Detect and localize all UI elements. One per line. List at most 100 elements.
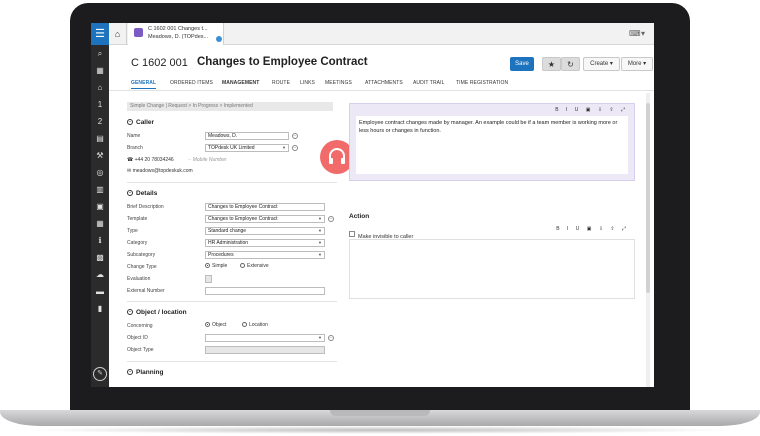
collapse-icon: − (127, 369, 133, 376)
scrollbar[interactable] (646, 93, 650, 387)
cloud-icon[interactable]: ☁ (91, 267, 109, 283)
change-icon (134, 28, 143, 37)
scrollbar-thumb[interactable] (646, 103, 650, 293)
phone-number: ☎ +44 20 78034246 (127, 157, 174, 163)
category-select[interactable]: HR Administration ▼ (205, 239, 325, 247)
phone-icon: ☎ (127, 157, 134, 163)
name-field[interactable]: Meadows, D. (205, 132, 289, 140)
menu-icon[interactable]: ☰ (91, 23, 109, 45)
caller-section-header[interactable]: − Caller (127, 119, 154, 126)
template-select[interactable]: Changes to Employee Contract ▼ (205, 215, 325, 223)
external-number-label: External Number (127, 288, 165, 294)
brief-description-label: Brief Description (127, 204, 164, 210)
tab-time-registration[interactable]: TIME REGISTRATION (456, 80, 508, 86)
tab-title-line2: Meadows, D. (TOPdes... (148, 34, 209, 40)
dropdown-arrow-icon: ▼ (318, 228, 322, 233)
laptop-notch (330, 410, 430, 416)
section-divider (127, 182, 337, 183)
more-label: More (627, 61, 642, 67)
collapse-icon: − (127, 309, 133, 316)
caller-email[interactable]: ✉ meadows@topdeskuk.com (127, 168, 193, 174)
tab-ordered-items[interactable]: ORDERED ITEMS (170, 80, 213, 86)
tab-general[interactable]: GENERAL (131, 80, 157, 89)
simple-option[interactable]: Simple (205, 263, 227, 269)
clapper-icon[interactable]: ▬ (91, 284, 109, 300)
type-select[interactable]: Standard change ▼ (205, 227, 325, 235)
remove-object-icon[interactable]: − (328, 335, 334, 341)
info-icon[interactable]: ℹ (91, 233, 109, 249)
request-text[interactable]: Employee contract changes made by manage… (356, 116, 628, 174)
tab-management[interactable]: MANAGEMENT (222, 80, 259, 86)
tab-route[interactable]: ROUTE (272, 80, 290, 86)
building-alt-icon[interactable]: ▣ (91, 199, 109, 215)
calendar-icon[interactable]: ▦ (91, 216, 109, 232)
subcategory-label: Subcategory (127, 252, 156, 258)
tools-icon[interactable]: ⚒ (91, 148, 109, 164)
details-section-header[interactable]: − Details (127, 190, 157, 197)
evaluation-checkbox[interactable] (205, 275, 212, 283)
user-card-icon[interactable]: ▤ (91, 131, 109, 147)
home-tab-icon[interactable]: ⌂ (109, 23, 127, 45)
home-icon[interactable]: ⌂ (91, 80, 109, 96)
refresh-icon[interactable]: ↻ (561, 57, 580, 71)
object-radio[interactable] (205, 322, 210, 328)
tab-meetings[interactable]: MEETINGS (325, 80, 352, 86)
type-label: Type (127, 228, 138, 234)
action-toolbar-row: Make invisible to caller B I U ▣ ⇩ ⇧ ⤢ (349, 225, 635, 240)
section-tabs: GENERAL ORDERED ITEMS MANAGEMENT ROUTE L… (109, 77, 654, 91)
star-icon[interactable]: ★ (542, 57, 561, 71)
mail-icon: ✉ (127, 168, 132, 174)
external-number-field[interactable] (205, 287, 325, 295)
status-breadcrumb: Simple Change | Request > In Progress > … (127, 102, 333, 111)
line-one-icon[interactable]: 1 (91, 97, 109, 113)
phone-value: +44 20 78034246 (134, 157, 174, 163)
user-menu-icon[interactable]: ▾ (641, 29, 645, 38)
branch-field[interactable]: TOPdesk UK Limited ▼ (205, 144, 289, 152)
concerning-label: Concerning (127, 323, 153, 329)
document-tab[interactable]: C 1602 001 Changes t... Meadows, D. (TOP… (128, 23, 224, 45)
keyboard-icon[interactable]: ⌨ (629, 29, 641, 38)
action-title: Action (349, 213, 370, 220)
tab-links[interactable]: LINKS (300, 80, 315, 86)
brief-description-field[interactable]: Changes to Employee Contract (205, 203, 325, 211)
dropdown-arrow-icon: ▼ (318, 252, 322, 257)
dropdown-arrow-icon: ▼ (282, 145, 286, 150)
object-id-select[interactable]: ▼ (205, 334, 325, 342)
type-value: Standard change (208, 228, 247, 234)
remove-name-icon[interactable]: − (292, 133, 298, 139)
request-editor-toolbar[interactable]: B I U ▣ ⇩ ⇧ ⤢ (555, 107, 628, 113)
email-value: meadows@topdeskuk.com (132, 168, 193, 174)
object-section-header[interactable]: − Object / location (127, 309, 187, 316)
grid-icon[interactable]: ▩ (91, 250, 109, 266)
line-two-icon[interactable]: 2 (91, 114, 109, 130)
action-editor-toolbar[interactable]: B I U ▣ ⇩ ⇧ ⤢ (556, 226, 629, 232)
tab-attachments[interactable]: ATTACHMENTS (365, 80, 403, 86)
action-textarea[interactable] (349, 239, 635, 299)
object-option[interactable]: Object (205, 322, 226, 328)
planning-section-title: Planning (136, 369, 164, 376)
remove-branch-icon[interactable]: − (292, 145, 298, 151)
extensive-option[interactable]: Extensive (240, 263, 269, 269)
branch-label: Branch (127, 145, 143, 151)
change-type-label: Change Type (127, 264, 157, 270)
caret-down-icon: ▾ (609, 61, 613, 67)
edit-icon[interactable]: ✎ (93, 367, 107, 381)
caller-section-title: Caller (136, 119, 155, 126)
simple-radio[interactable] (205, 263, 210, 269)
building-icon[interactable]: ▦ (91, 63, 109, 79)
create-button[interactable]: Create ▾ (583, 57, 620, 71)
remove-template-icon[interactable]: − (328, 216, 334, 222)
pages-icon[interactable]: ▥ (91, 182, 109, 198)
planning-section-header[interactable]: − Planning (127, 369, 163, 376)
bookmark-icon[interactable]: ▮ (91, 301, 109, 317)
location-option[interactable]: Location (242, 322, 268, 328)
tab-audit-trail[interactable]: AUDIT TRAIL (413, 80, 444, 86)
subcategory-select[interactable]: Procedures ▼ (205, 251, 325, 259)
search-icon[interactable]: ⌕ (91, 46, 109, 62)
location-radio[interactable] (242, 322, 247, 328)
target-icon[interactable]: ◎ (91, 165, 109, 181)
extensive-radio[interactable] (240, 263, 245, 269)
invisible-checkbox[interactable] (349, 230, 355, 237)
save-button[interactable]: Save (510, 57, 534, 71)
more-button[interactable]: More ▾ (621, 57, 653, 71)
